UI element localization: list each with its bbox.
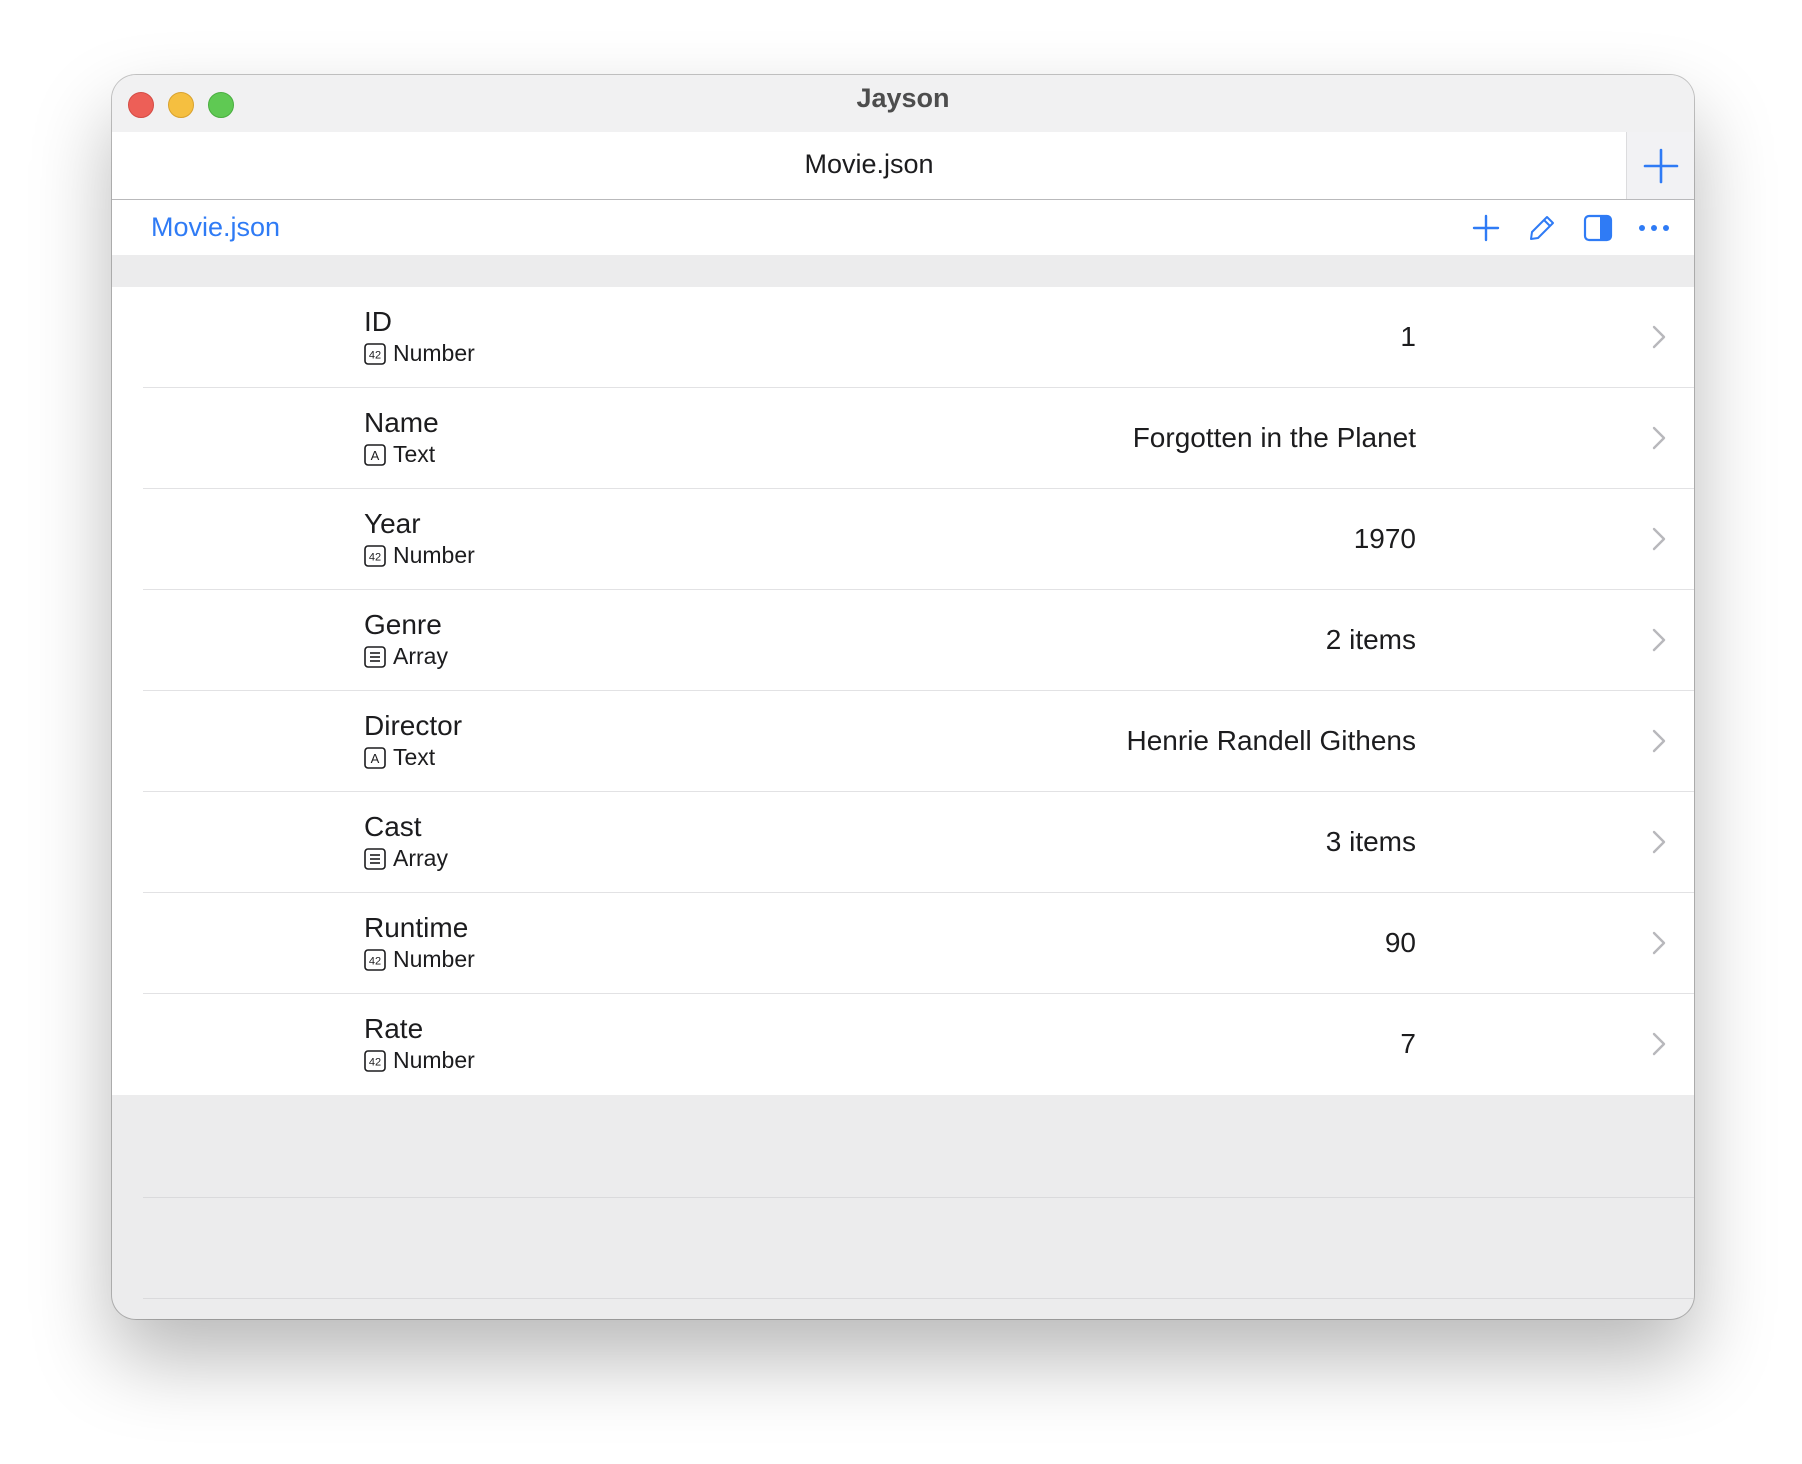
- property-key: Year: [364, 508, 421, 539]
- tab-movie-json[interactable]: Movie.json: [112, 149, 1626, 180]
- text-icon: A: [364, 746, 386, 769]
- json-property-list: ID 42 Number 1 Name A Text Forgotten in the Pla…: [112, 287, 1694, 1095]
- svg-text:42: 42: [369, 349, 381, 361]
- array-icon: [364, 847, 386, 870]
- property-value: 1: [1400, 321, 1416, 352]
- number-icon: 42: [364, 342, 386, 365]
- new-tab-button[interactable]: [1626, 132, 1694, 199]
- breadcrumb-movie-json[interactable]: Movie.json: [151, 212, 280, 243]
- section-gap: [112, 255, 1694, 287]
- list-item[interactable]: Runtime 42 Number 90: [112, 893, 1694, 994]
- property-value: 3 items: [1325, 826, 1416, 857]
- chevron-right-icon: [1652, 1032, 1666, 1056]
- chevron-right-icon: [1652, 729, 1666, 753]
- property-value: 1970: [1353, 523, 1416, 554]
- property-type-label: Number: [393, 946, 475, 972]
- property-type: 42 Number: [364, 946, 475, 973]
- property-type: Array: [364, 845, 448, 872]
- list-item[interactable]: Year 42 Number 1970: [112, 489, 1694, 590]
- tab-bar: Movie.json: [112, 132, 1694, 200]
- number-icon: 42: [364, 544, 386, 567]
- property-type: A Text: [364, 441, 435, 468]
- more-options-button[interactable]: [1638, 212, 1670, 244]
- property-type-label: Array: [393, 845, 448, 871]
- ellipsis-icon: [1639, 225, 1669, 231]
- property-key: Rate: [364, 1013, 424, 1044]
- empty-row-separator: [143, 1197, 1694, 1198]
- app-title: Jayson: [856, 83, 950, 113]
- property-value: 7: [1400, 1028, 1416, 1059]
- property-key: Name: [364, 407, 439, 438]
- number-icon: 42: [364, 1049, 386, 1072]
- list-item[interactable]: Rate 42 Number 7: [112, 994, 1694, 1095]
- property-type-label: Number: [393, 1047, 475, 1073]
- property-type-label: Text: [393, 441, 436, 467]
- app-window: Jayson Movie.json Movie.json ID 42 Numbe…: [112, 75, 1694, 1319]
- property-value: Henrie Randell Githens: [1126, 725, 1417, 756]
- navigation-bar: Movie.json: [112, 200, 1694, 255]
- svg-text:A: A: [371, 448, 380, 463]
- add-item-button[interactable]: [1470, 212, 1502, 244]
- list-item[interactable]: Genre Array 2 items: [112, 590, 1694, 691]
- array-icon: [364, 645, 386, 668]
- property-key: Runtime: [364, 912, 469, 943]
- list-item[interactable]: Cast Array 3 items: [112, 792, 1694, 893]
- chevron-right-icon: [1652, 325, 1666, 349]
- svg-text:42: 42: [369, 551, 381, 563]
- chevron-right-icon: [1652, 628, 1666, 652]
- chevron-right-icon: [1652, 830, 1666, 854]
- svg-text:A: A: [371, 751, 380, 766]
- svg-text:42: 42: [369, 955, 381, 967]
- title-bar: Jayson: [112, 75, 1694, 132]
- property-key: ID: [364, 306, 392, 337]
- sidebar-right-icon: [1583, 214, 1613, 242]
- property-type: Array: [364, 643, 448, 670]
- property-type-label: Array: [393, 643, 448, 669]
- edit-button[interactable]: [1526, 212, 1558, 244]
- property-type: 42 Number: [364, 542, 475, 569]
- property-type: 42 Number: [364, 340, 475, 367]
- chevron-right-icon: [1652, 931, 1666, 955]
- svg-text:42: 42: [369, 1056, 381, 1068]
- list-item[interactable]: ID 42 Number 1: [112, 287, 1694, 388]
- property-type: 42 Number: [364, 1047, 475, 1074]
- property-key: Genre: [364, 609, 442, 640]
- property-type-label: Number: [393, 542, 475, 568]
- property-type-label: Text: [393, 744, 436, 770]
- chevron-right-icon: [1652, 426, 1666, 450]
- plus-icon: [1472, 214, 1500, 242]
- toggle-inspector-button[interactable]: [1582, 212, 1614, 244]
- property-key: Cast: [364, 811, 422, 842]
- property-value: Forgotten in the Planet: [1132, 422, 1416, 453]
- pencil-icon: [1530, 216, 1554, 240]
- number-icon: 42: [364, 948, 386, 971]
- property-type-label: Number: [393, 340, 475, 366]
- empty-row-separator: [143, 1298, 1694, 1299]
- chevron-right-icon: [1652, 527, 1666, 551]
- property-type: A Text: [364, 744, 435, 771]
- text-icon: A: [364, 443, 386, 466]
- property-key: Director: [364, 710, 463, 741]
- property-value: 2 items: [1325, 624, 1416, 655]
- list-item[interactable]: Director A Text Henrie Randell Githens: [112, 691, 1694, 792]
- property-value: 90: [1384, 927, 1416, 958]
- list-item[interactable]: Name A Text Forgotten in the Planet: [112, 388, 1694, 489]
- plus-icon: [1643, 148, 1678, 183]
